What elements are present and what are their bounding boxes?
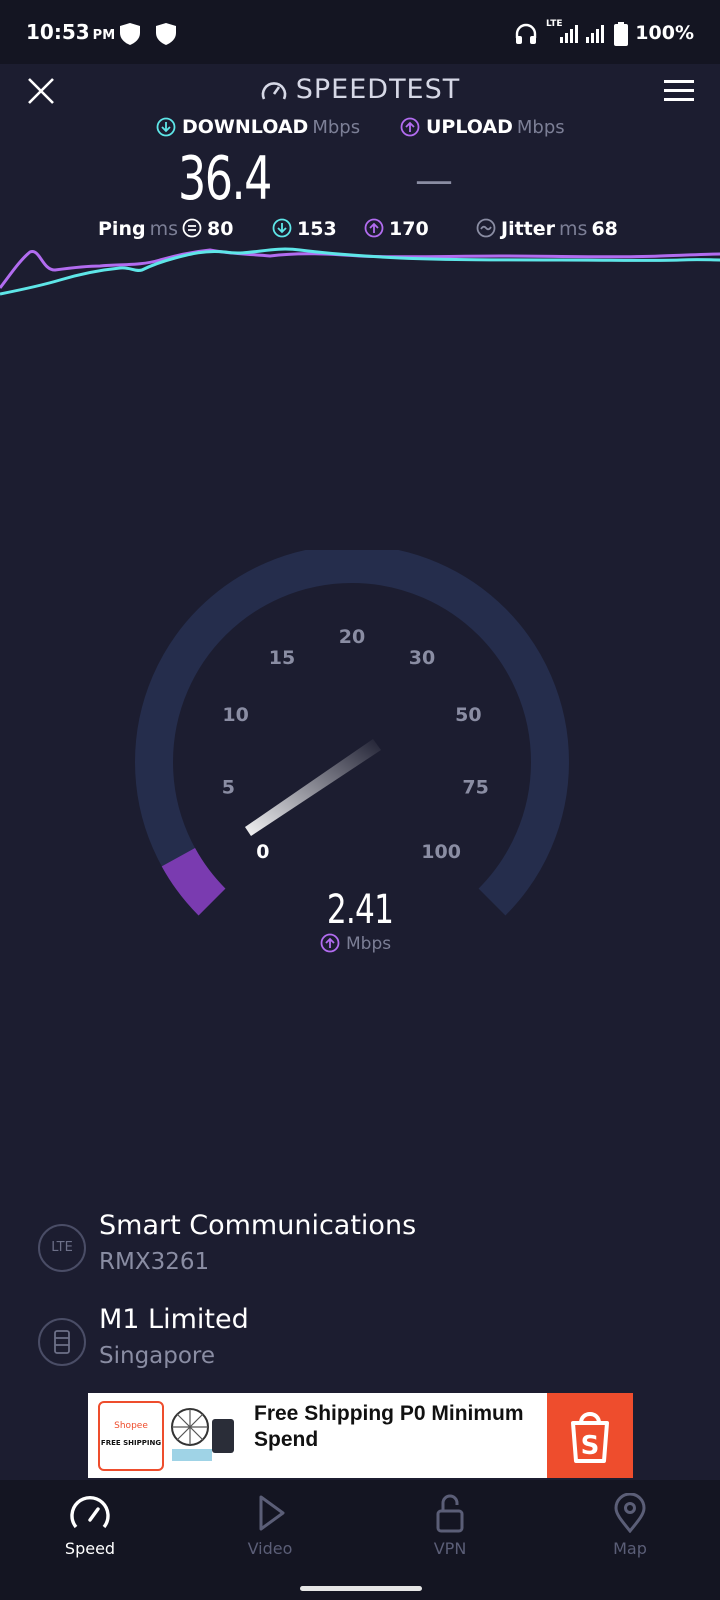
download-arrow-icon <box>156 117 176 136</box>
gauge-tick-label: 0 <box>256 841 269 863</box>
ping-idle-icon <box>182 218 202 237</box>
server-location: Singapore <box>99 1343 216 1369</box>
headphones-icon <box>515 23 537 44</box>
upload-arrow-icon <box>364 218 384 237</box>
shopee-logo-icon: S <box>547 1393 633 1478</box>
jitter-icon <box>476 218 496 237</box>
shield-icon <box>120 23 140 45</box>
ad-headline: Free Shipping P0 Minimum Spend <box>254 1402 524 1451</box>
gauge-track <box>135 550 569 916</box>
download-arrow-icon <box>272 218 292 237</box>
map-pin-icon <box>614 1493 646 1533</box>
signal-icon <box>586 25 604 43</box>
upload-arrow-icon <box>400 117 420 136</box>
speed-graph <box>0 247 720 296</box>
upload-arrow-icon <box>320 933 340 952</box>
download-speed-value: 36.4 <box>178 144 272 214</box>
status-time: 10:53 PM <box>26 20 116 44</box>
download-header: DOWNLOAD Mbps <box>156 116 360 138</box>
gauge-unit: Mbps <box>320 933 391 954</box>
battery-icon <box>614 22 628 46</box>
gauge-tick-label: 50 <box>455 704 481 726</box>
gauge-progress-arc <box>161 847 226 916</box>
ping-download: 153 <box>272 218 337 240</box>
app-title: SPEEDTEST <box>0 74 720 105</box>
gauge-readout: 2.41 <box>310 888 410 932</box>
battery-percentage: 100% <box>635 22 694 44</box>
gauge-tick-label: 10 <box>222 704 248 726</box>
jitter: Jitter ms 68 <box>476 218 618 240</box>
gauge-tick-label: 15 <box>269 647 295 669</box>
speedometer-icon <box>70 1496 110 1529</box>
advertisement-banner[interactable]: Shopee FREE SHIPPING Free Shipping P0 Mi… <box>88 1393 633 1478</box>
lte-icon: LTE <box>38 1224 86 1272</box>
gauge-tick-label: 30 <box>409 647 435 669</box>
play-icon <box>259 1495 285 1531</box>
provider-device: RMX3261 <box>99 1249 210 1275</box>
nav-map[interactable]: Map <box>540 1493 720 1558</box>
lock-icon <box>436 1494 464 1533</box>
product-image <box>171 1408 234 1461</box>
speed-gauge: 0 5 10 15 20 30 50 75 100 <box>135 550 569 916</box>
gauge-tick-label: 5 <box>222 777 235 799</box>
nav-speed[interactable]: Speed <box>0 1493 180 1558</box>
gauge-needle <box>245 739 381 836</box>
gauge-tick-label: 20 <box>339 626 365 648</box>
speedometer-icon <box>261 81 287 100</box>
home-indicator <box>300 1586 422 1591</box>
ping-idle: Ping ms 80 <box>98 218 234 240</box>
upload-speed-value: — <box>415 158 453 202</box>
nav-video[interactable]: Video <box>180 1493 360 1558</box>
upload-header: UPLOAD Mbps <box>400 116 565 138</box>
provider-name: Smart Communications <box>99 1210 417 1241</box>
signal-icon <box>560 25 578 43</box>
shield-icon <box>156 23 176 45</box>
server-name[interactable]: M1 Limited <box>99 1304 249 1335</box>
shopee-bag-icon: Shopee FREE SHIPPING <box>98 1401 164 1471</box>
current-speed-value: 2.41 <box>326 887 394 933</box>
menu-button[interactable] <box>664 78 694 104</box>
gauge-tick-label: 100 <box>421 841 461 863</box>
server-icon <box>38 1318 86 1366</box>
gauge-tick-label: 75 <box>462 777 488 799</box>
nav-vpn[interactable]: VPN <box>360 1493 540 1558</box>
ping-upload: 170 <box>364 218 429 240</box>
